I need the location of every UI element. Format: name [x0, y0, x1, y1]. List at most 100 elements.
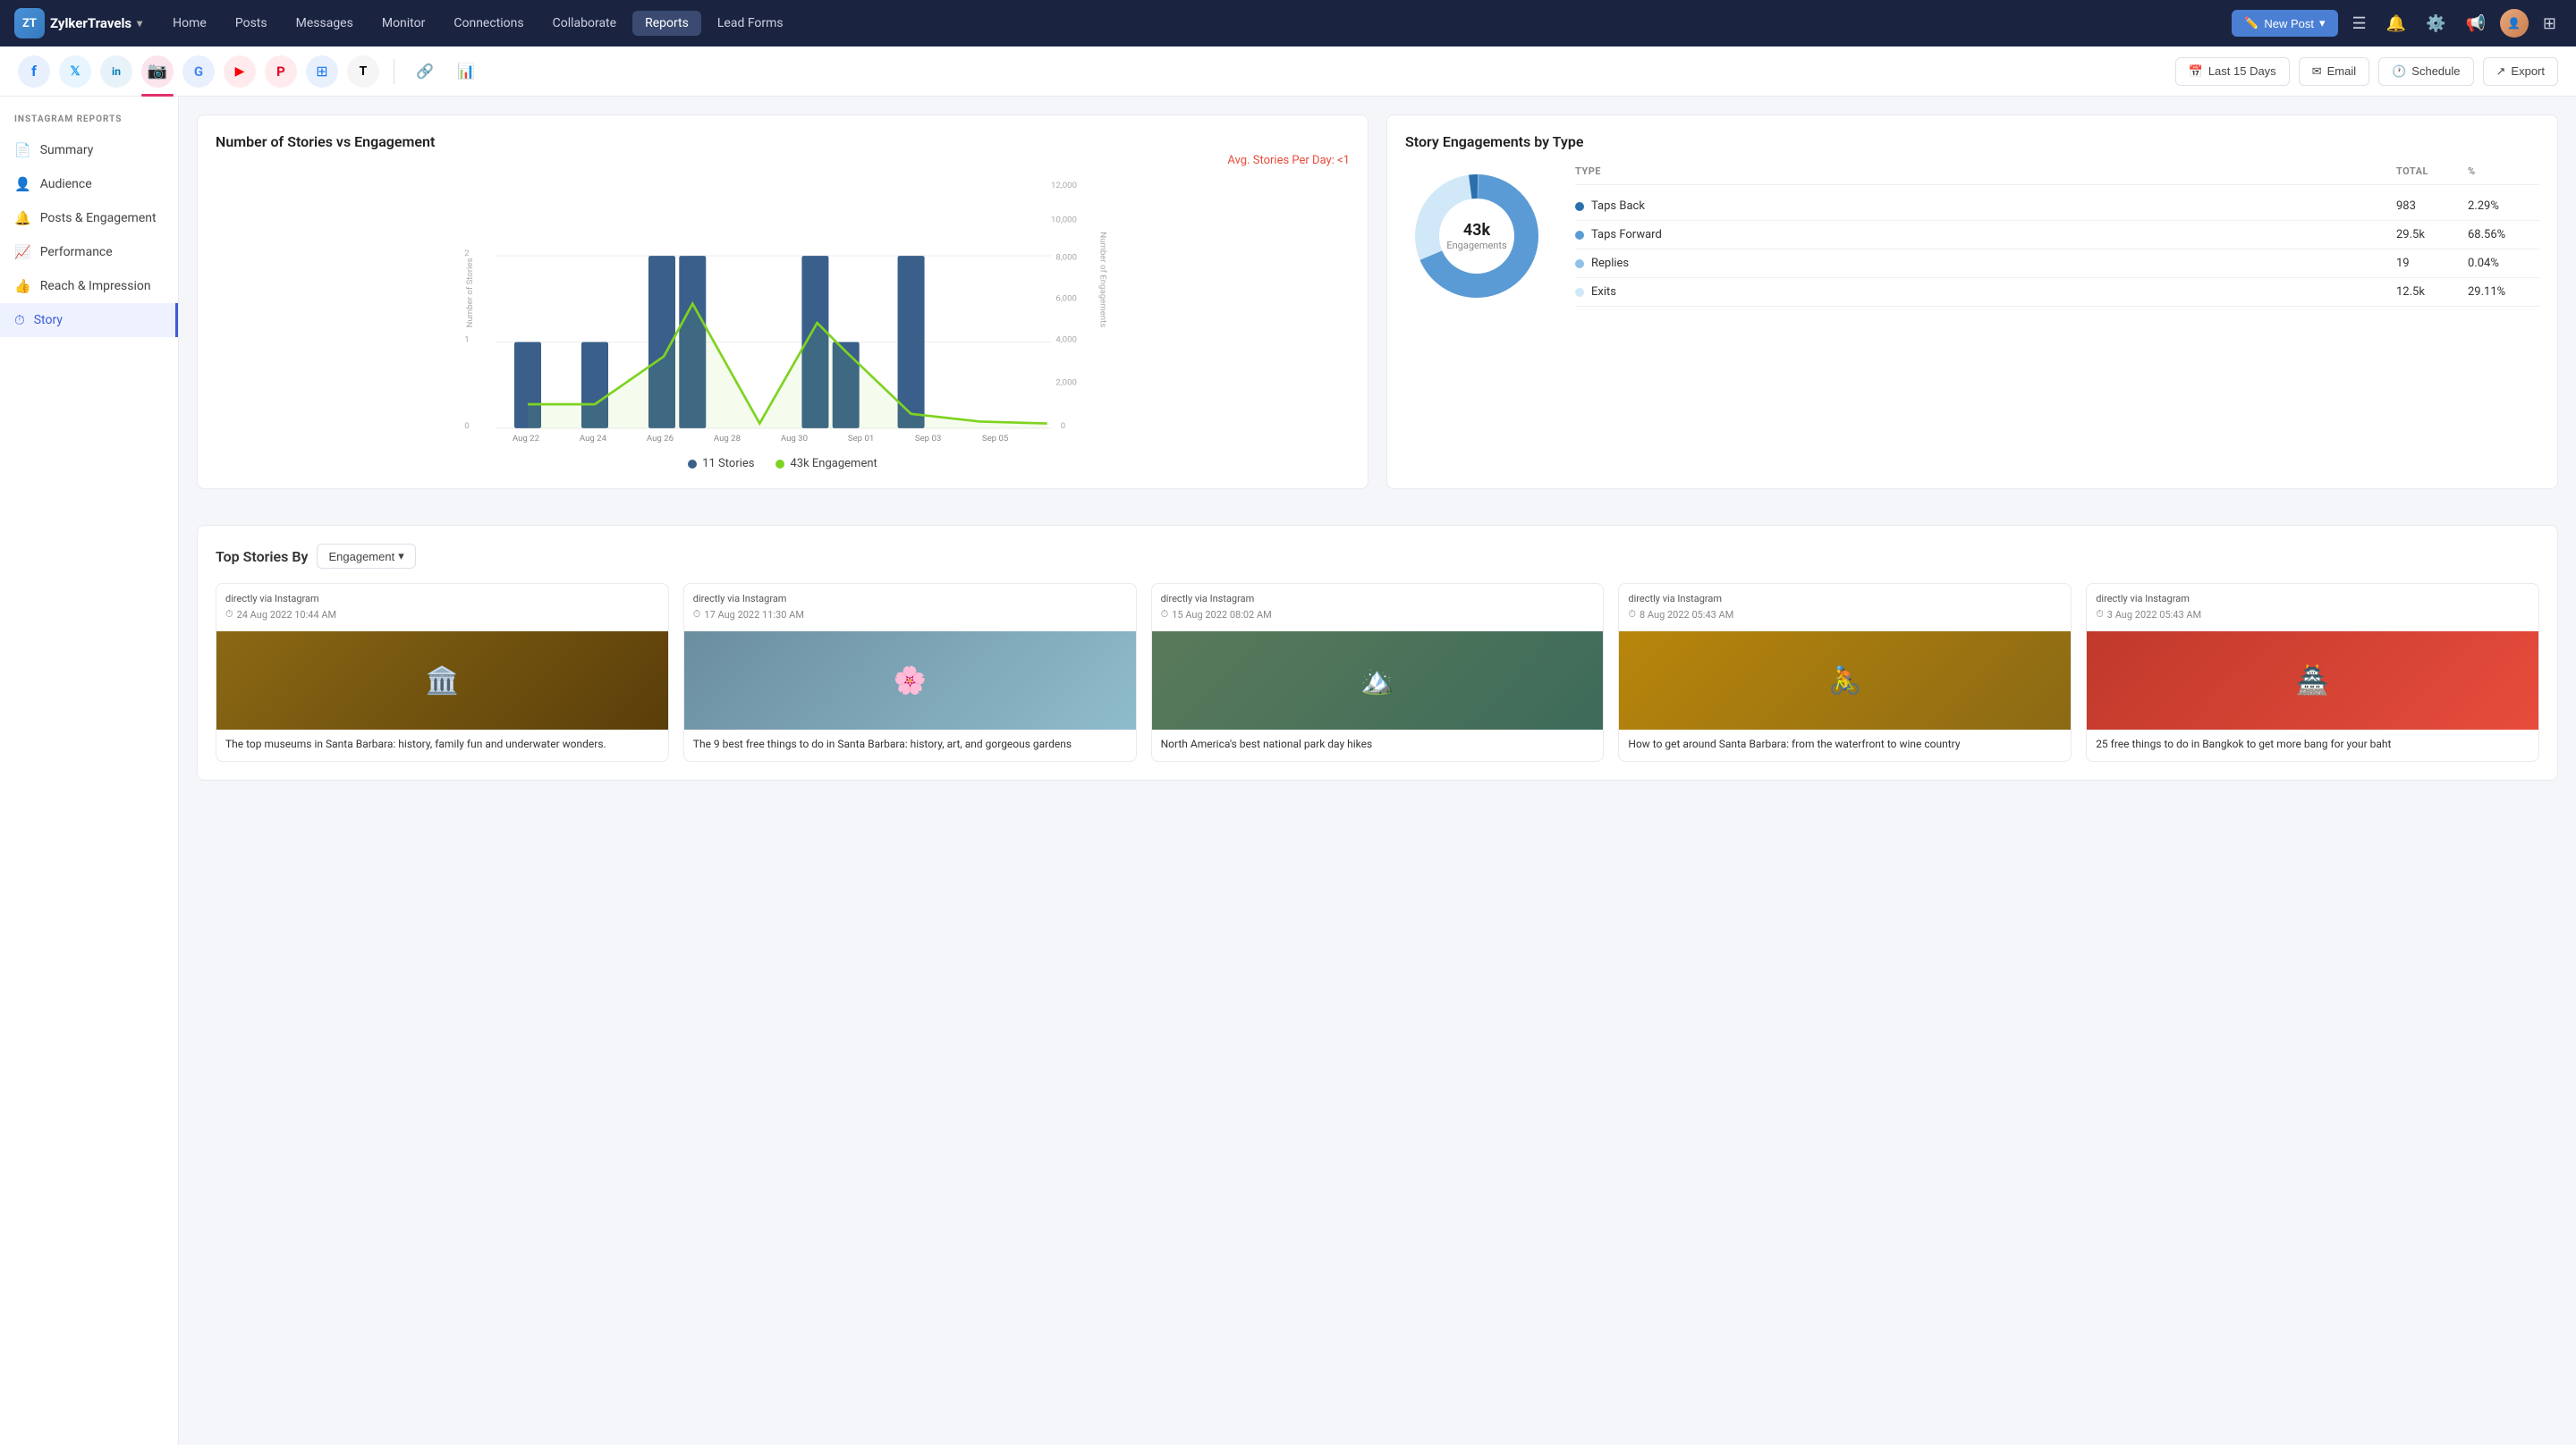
engagements-table: TYPE TOTAL % Taps Back 983 2.29% [1575, 165, 2539, 307]
stories-dot [688, 460, 697, 469]
svg-text:Sep 01: Sep 01 [848, 434, 874, 443]
sidebar-section-title: INSTAGRAM REPORTS [0, 114, 178, 133]
table-row: Taps Back 983 2.29% [1575, 192, 2539, 221]
sidebar-item-performance[interactable]: 📈 Performance [0, 235, 178, 269]
sidebar-item-audience[interactable]: 👤 Audience [0, 167, 178, 201]
top-navigation: ZT ZylkerTravels ▾ Home Posts Messages M… [0, 0, 2576, 46]
date-range-button[interactable]: 📅 Last 15 Days [2175, 57, 2290, 86]
dropdown-arrow-icon: ▾ [2319, 16, 2326, 30]
list-item: directly via Instagram ⏱ 8 Aug 2022 05:4… [1618, 583, 2072, 762]
sidebar-item-story[interactable]: ⏱ Story [0, 303, 178, 337]
stories-vs-engagement-card: Number of Stories vs Engagement Avg. Sto… [197, 114, 1368, 489]
email-icon: ✉ [2312, 64, 2322, 79]
stories-grid: directly via Instagram ⏱ 24 Aug 2022 10:… [216, 583, 2539, 762]
nav-actions: ✏️ New Post ▾ ☰ 🔔 ⚙️ 📢 👤 ⊞ [2232, 9, 2562, 38]
youtube-icon[interactable]: ▶ [224, 55, 256, 88]
brand-chevron-icon: ▾ [137, 17, 142, 30]
email-button[interactable]: ✉ Email [2299, 57, 2369, 86]
social-action-buttons: 📅 Last 15 Days ✉ Email 🕐 Schedule ↗ Expo… [2175, 57, 2558, 86]
svg-text:Aug 28: Aug 28 [714, 434, 741, 443]
nav-connections[interactable]: Connections [441, 11, 536, 36]
taps-back-dot [1575, 202, 1584, 211]
bell-icon: 🔔 [14, 210, 31, 226]
top-stories-header: Top Stories By Engagement ▾ [216, 544, 2539, 569]
main-layout: INSTAGRAM REPORTS 📄 Summary 👤 Audience 🔔… [0, 97, 2576, 1445]
pencil-icon: ✏️ [2244, 16, 2258, 30]
donut-section: 43k Engagements TYPE TOTAL % [1405, 165, 2539, 308]
story-icon: ⏱ [14, 312, 25, 328]
clock-icon: 🕐 [2392, 64, 2406, 79]
svg-text:0: 0 [1061, 421, 1065, 431]
story-image: 🏛️ [216, 631, 668, 730]
thumbs-up-icon: 👍 [14, 278, 31, 294]
list-item: directly via Instagram ⏱ 24 Aug 2022 10:… [216, 583, 669, 762]
trending-icon: 📈 [14, 244, 31, 260]
google-icon[interactable]: G [182, 55, 215, 88]
tiktok-icon[interactable]: T [347, 55, 379, 88]
svg-text:Aug 22: Aug 22 [513, 434, 540, 443]
new-post-button[interactable]: ✏️ New Post ▾ [2232, 10, 2337, 37]
top-stories-card: Top Stories By Engagement ▾ directly via… [197, 525, 2558, 781]
exits-dot [1575, 288, 1584, 297]
avatar[interactable]: 👤 [2500, 9, 2529, 38]
nav-posts[interactable]: Posts [223, 11, 280, 36]
schedule-button[interactable]: 🕐 Schedule [2378, 57, 2473, 86]
link-icon[interactable]: 🔗 [409, 55, 441, 88]
sidebar: INSTAGRAM REPORTS 📄 Summary 👤 Audience 🔔… [0, 97, 179, 1445]
story-image: 🏔️ [1152, 631, 1604, 730]
social-platform-bar: f 𝕏 in 📷 G ▶ P ⊞ T 🔗 📊 📅 Last 15 Days ✉ … [0, 46, 2576, 97]
main-content: Number of Stories vs Engagement Avg. Sto… [179, 97, 2576, 1445]
nav-home[interactable]: Home [160, 11, 219, 36]
analytics-icon[interactable]: 📊 [450, 55, 482, 88]
instagram-icon[interactable]: 📷 [141, 55, 174, 88]
engagements-table-header: TYPE TOTAL % [1575, 165, 2539, 185]
twitter-icon[interactable]: 𝕏 [59, 55, 91, 88]
legend-stories: 11 Stories [688, 457, 754, 470]
svg-text:Aug 24: Aug 24 [580, 434, 607, 443]
story-image: 🚴 [1619, 631, 2071, 730]
nav-reports[interactable]: Reports [632, 11, 701, 36]
svg-text:Number of Stories: Number of Stories [465, 258, 475, 327]
sidebar-item-reach-impression[interactable]: 👍 Reach & Impression [0, 269, 178, 303]
person-icon: 👤 [14, 176, 31, 192]
clock-icon: ⏱ [1161, 608, 1169, 621]
list-item: directly via Instagram ⏱ 17 Aug 2022 11:… [683, 583, 1137, 762]
top-stories-title: Top Stories By [216, 548, 308, 565]
bar-chart-svg: 0 1 2 Number of Stories 0 2,000 4,000 [216, 174, 1350, 443]
facebook-icon[interactable]: f [18, 55, 50, 88]
list-item: directly via Instagram ⏱ 15 Aug 2022 08:… [1151, 583, 1605, 762]
table-row: Exits 12.5k 29.11% [1575, 278, 2539, 307]
donut-chart: 43k Engagements [1405, 165, 1548, 308]
clock-icon: ⏱ [1628, 608, 1636, 621]
nav-collaborate[interactable]: Collaborate [540, 11, 629, 36]
taps-forward-dot [1575, 231, 1584, 240]
linkedin-icon[interactable]: in [100, 55, 132, 88]
chevron-down-icon: ▾ [398, 549, 404, 563]
engagements-chart-title: Story Engagements by Type [1405, 133, 2539, 150]
facebook-pages-icon[interactable]: ⊞ [306, 55, 338, 88]
grid-icon[interactable]: ⊞ [2538, 11, 2562, 37]
chart-legend: 11 Stories 43k Engagement [216, 457, 1350, 470]
export-icon: ↗ [2496, 64, 2506, 79]
brand-logo-area[interactable]: ZT ZylkerTravels ▾ [14, 8, 142, 38]
sidebar-item-posts-engagement[interactable]: 🔔 Posts & Engagement [0, 201, 178, 235]
clock-icon: ⏱ [693, 608, 701, 621]
bell-icon[interactable]: 🔔 [2381, 11, 2411, 37]
bar-chart-area: 0 1 2 Number of Stories 0 2,000 4,000 [216, 174, 1350, 443]
menu-icon[interactable]: ☰ [2347, 11, 2372, 37]
story-engagements-card: Story Engagements by Type [1386, 114, 2558, 489]
legend-engagement: 43k Engagement [775, 457, 877, 470]
nav-messages[interactable]: Messages [284, 11, 366, 36]
engagement-filter-dropdown[interactable]: Engagement ▾ [317, 544, 415, 569]
sidebar-item-summary[interactable]: 📄 Summary [0, 133, 178, 167]
nav-monitor[interactable]: Monitor [369, 11, 438, 36]
pinterest-icon[interactable]: P [265, 55, 297, 88]
gear-icon[interactable]: ⚙️ [2420, 11, 2451, 37]
nav-lead-forms[interactable]: Lead Forms [705, 11, 796, 36]
svg-text:0: 0 [464, 421, 469, 431]
export-button[interactable]: ↗ Export [2483, 57, 2558, 86]
megaphone-icon[interactable]: 📢 [2460, 11, 2490, 37]
avg-stories-label: Avg. Stories Per Day: <1 [216, 154, 1350, 167]
svg-text:Number of Engagements: Number of Engagements [1098, 232, 1108, 327]
svg-text:12,000: 12,000 [1051, 181, 1077, 190]
